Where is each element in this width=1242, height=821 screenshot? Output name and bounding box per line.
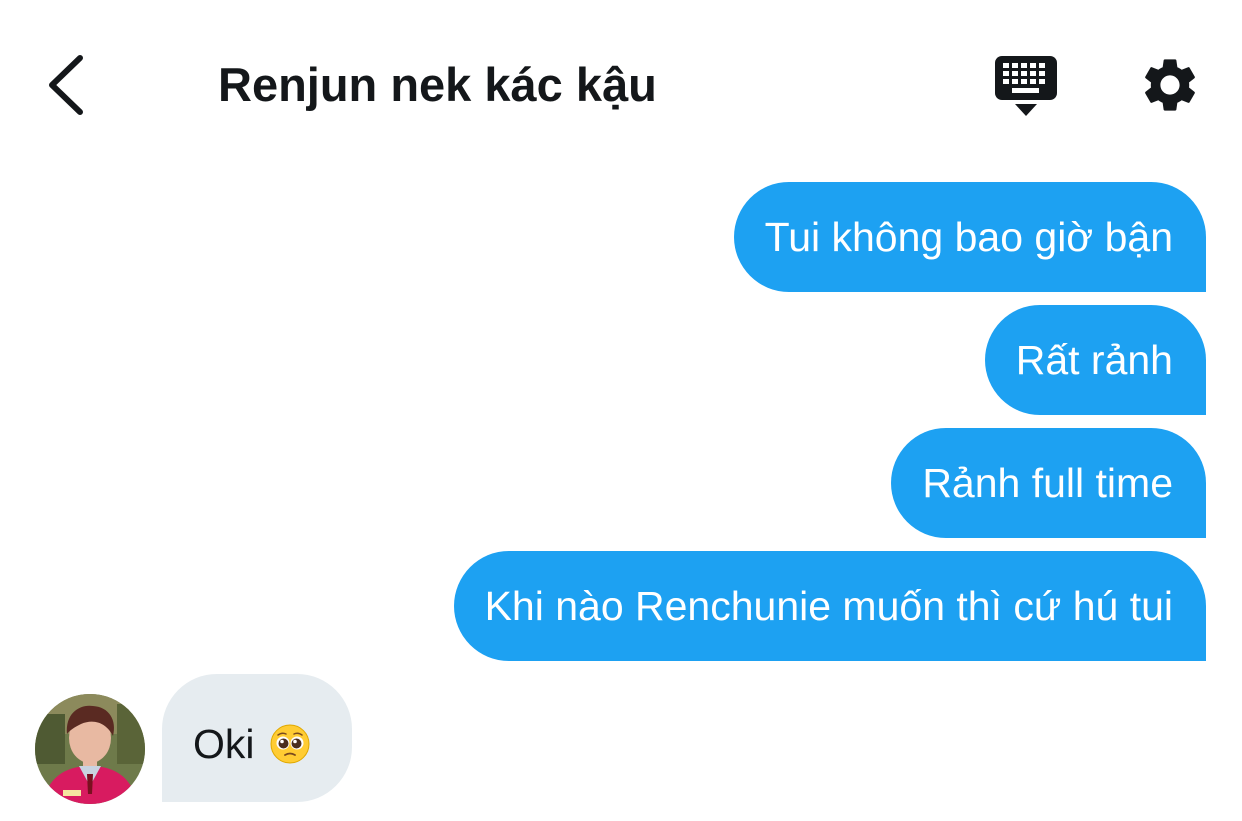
- message-text: Oki: [193, 721, 255, 767]
- gear-icon: [1145, 59, 1195, 111]
- message-bubble-outgoing[interactable]: Tui không bao giờ bận: [733, 182, 1206, 292]
- chevron-left-icon: [49, 55, 83, 115]
- avatar[interactable]: [35, 694, 145, 804]
- conversation-header: Renjun nek kác kậu: [0, 0, 1242, 170]
- message-bubble-outgoing[interactable]: Khi nào Renchunie muốn thì cứ hú tui: [453, 551, 1206, 661]
- message-bubble-outgoing[interactable]: Rảnh full time: [891, 428, 1206, 538]
- keyboard-icon: [995, 56, 1057, 116]
- message-text: Khi nào Renchunie muốn thì cứ hú tui: [484, 583, 1173, 629]
- message-text: Tui không bao giờ bận: [764, 214, 1173, 260]
- keyboard-toggle-button[interactable]: [992, 54, 1060, 118]
- back-button[interactable]: [38, 50, 98, 120]
- message-bubble-incoming[interactable]: Oki: [162, 674, 352, 802]
- conversation-title[interactable]: Renjun nek kác kậu: [218, 55, 657, 115]
- message-bubble-outgoing[interactable]: Rất rảnh: [984, 305, 1206, 415]
- pleading-face-emoji: [270, 724, 310, 764]
- settings-button[interactable]: [1138, 53, 1202, 117]
- message-text: Rảnh full time: [922, 460, 1173, 506]
- message-text: Rất rảnh: [1015, 337, 1173, 383]
- avatar-photo: [35, 694, 145, 804]
